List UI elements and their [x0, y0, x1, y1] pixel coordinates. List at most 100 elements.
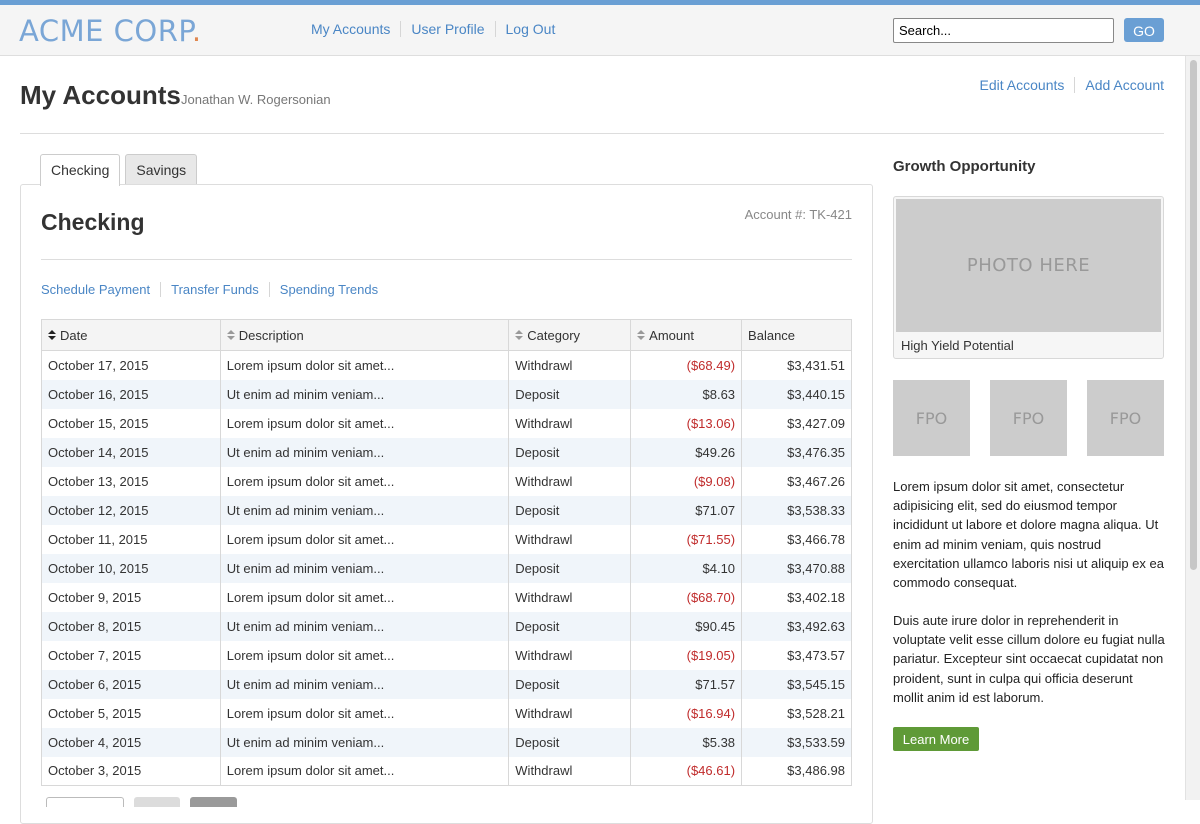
date-cell: October 5, 2015: [41, 698, 221, 728]
page-title: My Accounts: [20, 80, 181, 110]
column-header-amount[interactable]: Amount: [630, 319, 743, 351]
spending-trends-link[interactable]: Spending Trends: [268, 282, 388, 297]
page-scrollbar[interactable]: [1185, 56, 1200, 800]
description-cell: Ut enim ad minim veniam...: [219, 727, 510, 757]
fpo-thumbnail[interactable]: FPO: [990, 380, 1067, 456]
table-row[interactable]: October 3, 2015 Lorem ipsum dolor sit ame…: [41, 756, 852, 786]
table-row[interactable]: October 14, 2015 Ut enim ad minim veniam.…: [41, 437, 852, 467]
table-row[interactable]: October 11, 2015 Lorem ipsum dolor sit am…: [41, 524, 852, 554]
description-cell: Lorem ipsum dolor sit amet...: [219, 756, 510, 786]
nav-user-profile-link[interactable]: User Profile: [400, 21, 494, 37]
amount-cell: $4.10: [630, 553, 743, 583]
category-cell: Withdrawl: [508, 640, 632, 670]
amount-cell: ($71.55): [630, 524, 743, 554]
pager-control[interactable]: [190, 797, 237, 807]
date-cell: October 16, 2015: [41, 379, 221, 409]
pager-control[interactable]: [134, 797, 180, 807]
table-row[interactable]: October 7, 2015 Lorem ipsum dolor sit ame…: [41, 640, 852, 670]
table-row[interactable]: October 15, 2015 Lorem ipsum dolor sit am…: [41, 408, 852, 438]
balance-cell: $3,466.78: [741, 524, 852, 554]
balance-cell: $3,538.33: [741, 495, 852, 525]
date-cell: October 13, 2015: [41, 466, 221, 496]
transfer-funds-link[interactable]: Transfer Funds: [160, 282, 269, 297]
sidebar-paragraph: Lorem ipsum dolor sit amet, consectetur …: [893, 479, 1164, 591]
title-divider: [20, 133, 1164, 134]
nav-log-out-link[interactable]: Log Out: [494, 21, 566, 37]
balance-cell: $3,492.63: [741, 611, 852, 641]
date-cell: October 12, 2015: [41, 495, 221, 525]
search-go-button[interactable]: GO: [1124, 18, 1164, 42]
table-row[interactable]: October 13, 2015 Lorem ipsum dolor sit am…: [41, 466, 852, 496]
account-tabs: Checking Savings: [40, 154, 202, 186]
category-cell: Withdrawl: [508, 408, 632, 438]
nav-my-accounts-link[interactable]: My Accounts: [301, 21, 400, 37]
date-cell: October 15, 2015: [41, 408, 221, 438]
main-nav: My Accounts User Profile Log Out: [301, 21, 565, 37]
account-panel: Checking Account #: TK-421 Schedule Paym…: [20, 184, 873, 824]
date-cell: October 11, 2015: [41, 524, 221, 554]
table-row[interactable]: October 8, 2015 Ut enim ad minim veniam..…: [41, 611, 852, 641]
amount-cell: $5.38: [630, 727, 743, 757]
description-cell: Lorem ipsum dolor sit amet...: [219, 350, 510, 380]
tab-savings[interactable]: Savings: [125, 154, 198, 185]
balance-cell: $3,533.59: [741, 727, 852, 757]
amount-cell: ($46.61): [630, 756, 743, 786]
fpo-thumbnail[interactable]: FPO: [893, 380, 970, 456]
sidebar-paragraph: Duis aute irure dolor in reprehenderit i…: [893, 613, 1165, 705]
column-header-description[interactable]: Description: [219, 319, 510, 351]
search-input[interactable]: [893, 18, 1114, 43]
logo-text: ACME CORP: [19, 14, 192, 48]
date-cell: October 9, 2015: [41, 582, 221, 612]
table-row[interactable]: October 5, 2015 Lorem ipsum dolor sit ame…: [41, 698, 852, 728]
site-header: ACME CORP. My Accounts User Profile Log …: [0, 5, 1200, 56]
description-cell: Ut enim ad minim veniam...: [219, 495, 510, 525]
date-cell: October 10, 2015: [41, 553, 221, 583]
description-cell: Ut enim ad minim veniam...: [219, 669, 510, 699]
edit-accounts-link[interactable]: Edit Accounts: [970, 77, 1075, 93]
column-label: Description: [238, 327, 304, 343]
description-cell: Lorem ipsum dolor sit amet...: [219, 466, 510, 496]
category-cell: Deposit: [508, 611, 632, 641]
column-label: Amount: [649, 327, 694, 343]
amount-cell: ($19.05): [630, 640, 743, 670]
description-cell: Lorem ipsum dolor sit amet...: [219, 408, 510, 438]
table-row[interactable]: October 12, 2015 Ut enim ad minim veniam.…: [41, 495, 852, 525]
table-row[interactable]: October 16, 2015 Ut enim ad minim veniam.…: [41, 379, 852, 409]
table-row[interactable]: October 10, 2015 Ut enim ad minim veniam.…: [41, 553, 852, 583]
column-header-category[interactable]: Category: [508, 319, 632, 351]
fpo-thumbnail[interactable]: FPO: [1087, 380, 1164, 456]
category-cell: Withdrawl: [508, 524, 632, 554]
transactions-body: October 17, 2015 Lorem ipsum dolor sit am…: [41, 350, 852, 786]
date-cell: October 14, 2015: [41, 437, 221, 467]
category-cell: Deposit: [508, 553, 632, 583]
scrollbar-thumb[interactable]: [1190, 60, 1197, 570]
date-cell: October 8, 2015: [41, 611, 221, 641]
balance-cell: $3,467.26: [741, 466, 852, 496]
table-row[interactable]: October 9, 2015 Lorem ipsum dolor sit ame…: [41, 582, 852, 612]
date-cell: October 4, 2015: [41, 727, 221, 757]
promo-photo-card[interactable]: PHOTO HERE High Yield Potential: [893, 196, 1164, 359]
sort-icon: [48, 329, 57, 341]
tab-checking[interactable]: Checking: [40, 154, 121, 186]
logo-dot: .: [191, 14, 202, 48]
table-row[interactable]: October 17, 2015 Lorem ipsum dolor sit am…: [41, 350, 852, 380]
balance-cell: $3,486.98: [741, 756, 852, 786]
category-cell: Deposit: [508, 727, 632, 757]
column-header-date[interactable]: Date: [41, 319, 221, 351]
add-account-link[interactable]: Add Account: [1074, 77, 1164, 93]
learn-more-button[interactable]: Learn More: [893, 727, 979, 751]
balance-cell: $3,402.18: [741, 582, 852, 612]
description-cell: Lorem ipsum dolor sit amet...: [219, 640, 510, 670]
schedule-payment-link[interactable]: Schedule Payment: [41, 282, 160, 297]
pager-control[interactable]: [46, 797, 124, 807]
balance-cell: $3,440.15: [741, 379, 852, 409]
account-actions: Edit Accounts Add Account: [970, 77, 1164, 93]
column-label: Balance: [748, 327, 796, 343]
table-row[interactable]: October 6, 2015 Ut enim ad minim veniam..…: [41, 669, 852, 699]
acme-logo[interactable]: ACME CORP.: [19, 13, 202, 49]
date-cell: October 6, 2015: [41, 669, 221, 699]
category-cell: Withdrawl: [508, 756, 632, 786]
panel-divider: [41, 259, 852, 260]
table-row[interactable]: October 4, 2015 Ut enim ad minim veniam..…: [41, 727, 852, 757]
balance-cell: $3,470.88: [741, 553, 852, 583]
